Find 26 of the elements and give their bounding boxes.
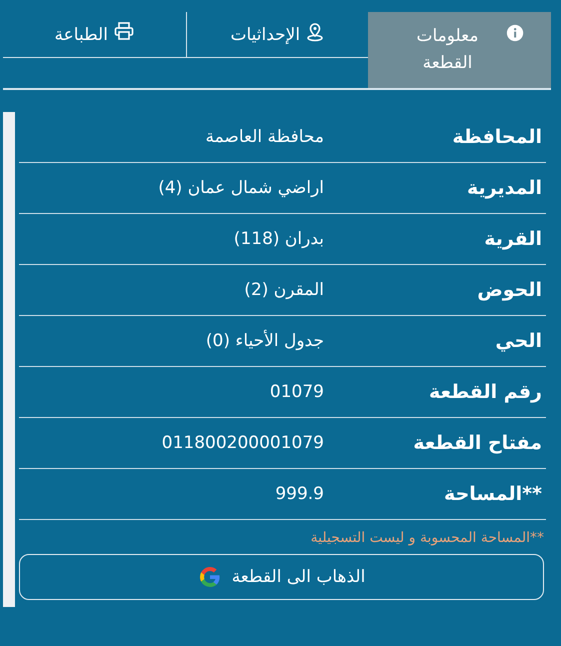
field-label: مفتاح القطعة	[412, 432, 543, 454]
go-to-plot-button[interactable]: الذهاب الى القطعة	[19, 554, 544, 600]
google-g-icon	[198, 565, 222, 589]
scrollbar[interactable]	[3, 112, 15, 607]
field-value: اراضي شمال عمان (4)	[157, 178, 324, 198]
field-label: المحافظة	[451, 126, 543, 148]
printer-icon	[114, 22, 134, 40]
location-pin-icon	[306, 22, 324, 42]
field-label: الحي	[494, 330, 543, 352]
field-label: القرية	[483, 228, 543, 250]
field-value: المقرن (2)	[243, 280, 324, 300]
tab[interactable]: معلومات القطعة	[368, 12, 551, 88]
field-value: محافظة العاصمة	[204, 127, 324, 147]
field-value: 01079	[268, 382, 324, 402]
field-value: 011800200001079	[160, 433, 324, 453]
field-label: المديرية	[466, 177, 543, 199]
field-value: بدران (118)	[232, 229, 324, 249]
field-value: 999.9	[274, 484, 324, 504]
info-icon	[506, 22, 524, 43]
field-value: جدول الأحياء (0)	[204, 331, 324, 351]
field-label: رقم القطعة	[428, 381, 543, 403]
area-footnote: **المساحة المحسوبة و ليست التسجيلية	[310, 529, 545, 546]
field-label: **المساحة	[443, 483, 543, 505]
field-label: الحوض	[476, 279, 543, 301]
tab[interactable]: الإحداثيات	[186, 12, 368, 58]
tab[interactable]: الطباعة	[3, 12, 186, 58]
